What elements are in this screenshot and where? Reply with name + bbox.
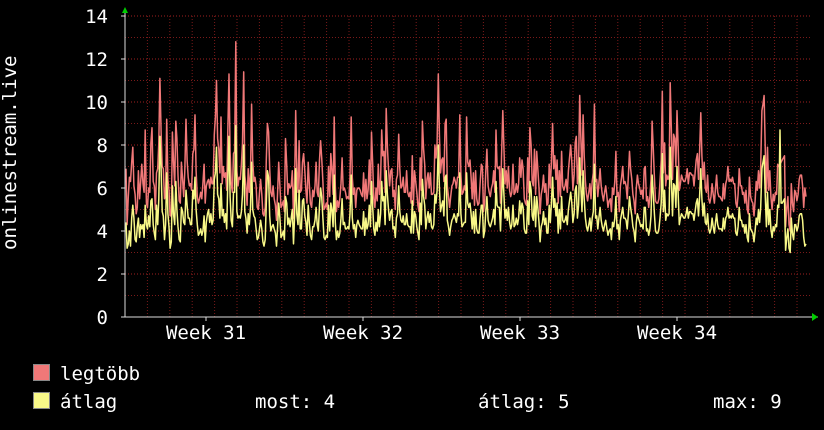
y-tick-label: 12 <box>85 49 108 71</box>
stat-max: max: 9 <box>713 391 782 413</box>
x-tick-label: Week 32 <box>323 322 403 344</box>
legend-swatch-max <box>33 364 50 381</box>
legend-label-max: legtöbb <box>60 363 141 385</box>
x-axis-ticks: Week 31 Week 32 Week 33 Week 34 <box>166 317 717 344</box>
chart: 0 2 4 6 8 10 12 14 Week 31 Week 32 Week 33 Week 34 <box>85 6 818 344</box>
legend-label-avg: átlag <box>60 391 118 413</box>
stat-current: most: 4 <box>255 391 336 413</box>
x-tick-label: Week 34 <box>637 322 717 344</box>
x-tick-label: Week 31 <box>166 322 246 344</box>
y-tick-label: 0 <box>97 307 108 329</box>
y-tick-label: 6 <box>97 178 108 200</box>
legend-item-avg: átlag <box>33 391 117 413</box>
y-axis-ticks: 0 2 4 6 8 10 12 14 <box>85 6 125 329</box>
x-tick-label: Week 33 <box>480 322 560 344</box>
stat-average: átlag: 5 <box>478 391 570 413</box>
y-tick-label: 4 <box>97 221 108 243</box>
y-axis-arrow <box>122 7 128 13</box>
y-tick-label: 10 <box>85 92 108 114</box>
y-axis-label: onlinestream.live <box>0 55 21 250</box>
y-tick-label: 2 <box>97 264 108 286</box>
y-tick-label: 8 <box>97 135 108 157</box>
y-tick-label: 14 <box>85 6 108 28</box>
x-axis-arrow <box>812 313 818 321</box>
legend-item-max: legtöbb <box>33 363 140 385</box>
legend-swatch-avg <box>33 392 50 409</box>
series-lines <box>125 41 807 254</box>
